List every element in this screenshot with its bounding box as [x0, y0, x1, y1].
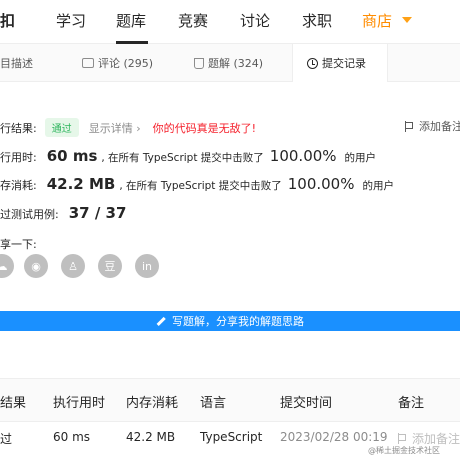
share-label: 享一下:: [0, 238, 37, 251]
flag-icon: [398, 433, 407, 444]
store-dropdown-caret-icon[interactable]: [402, 17, 412, 23]
row-memory: 42.2 MB: [126, 430, 176, 444]
header-memory: 内存消耗: [126, 396, 179, 411]
nav-item-jobs[interactable]: 求职: [302, 10, 332, 31]
memory-label: 存消耗:: [0, 179, 37, 192]
clock-icon: [307, 57, 318, 69]
comment-icon: [82, 58, 94, 68]
flask-icon: [194, 57, 204, 69]
tab-comments[interactable]: 评论 (295): [82, 44, 182, 82]
status-row: 行结果: 通过 显示详情 › 你的代码真是无敌了!: [0, 118, 256, 137]
tab-solutions-label: 题解 (324): [208, 57, 264, 70]
header-result: 结果: [0, 396, 27, 411]
write-solution-label: 写题解，分享我的解题思路: [172, 315, 304, 328]
top-navigation: 扣 学习 题库 竞赛 讨论 求职 商店: [0, 0, 460, 44]
nav-item-study[interactable]: 学习: [56, 10, 86, 31]
nav-item-store[interactable]: 商店: [362, 10, 392, 31]
header-runtime: 执行用时: [53, 396, 106, 411]
header-language: 语言: [200, 396, 227, 411]
write-solution-button[interactable]: 写题解，分享我的解题思路: [0, 311, 460, 331]
submissions-table-header: 结果 执行用时 内存消耗 语言 提交时间 备注: [0, 378, 460, 422]
tests-value: 37 / 37: [68, 204, 127, 222]
nav-item-problemset[interactable]: 题库: [116, 10, 146, 31]
memory-tail: 的用户: [362, 180, 394, 192]
memory-row: 存消耗: 42.2 MB , 在所有 TypeScript 提交中击败了 100…: [0, 175, 394, 193]
tests-label: 过测试用例:: [0, 208, 59, 221]
cloud-icon[interactable]: ☁: [0, 254, 14, 278]
tab-description-label: 目描述: [0, 57, 33, 70]
memory-value: 42.2 MB: [46, 175, 116, 193]
flag-icon: [405, 120, 414, 132]
weibo-icon[interactable]: ◉: [24, 254, 48, 278]
linkedin-icon[interactable]: in: [135, 254, 159, 278]
share-row: 享一下:: [0, 236, 37, 252]
pencil-icon: [156, 316, 166, 326]
tab-comments-label: 评论 (295): [98, 57, 154, 70]
runtime-percentile: 100.00%: [269, 147, 337, 165]
row-runtime: 60 ms: [53, 430, 91, 444]
tab-description[interactable]: 目描述: [0, 44, 70, 82]
problem-tabs: 目描述 评论 (295) 题解 (324) 提交记录: [0, 44, 460, 82]
memory-description: , 在所有 TypeScript 提交中击败了: [119, 180, 282, 192]
runtime-label: 行用时:: [0, 151, 37, 164]
row-submit-time: 2023/02/28 00:19: [280, 430, 388, 444]
runtime-tail: 的用户: [344, 152, 377, 164]
douban-icon[interactable]: 豆: [98, 254, 122, 278]
show-details-link[interactable]: 显示详情 ›: [89, 120, 141, 136]
praise-message: 你的代码真是无敌了!: [152, 122, 257, 135]
add-note-button[interactable]: 添加备注: [405, 118, 460, 134]
header-note: 备注: [398, 396, 425, 411]
tab-solutions[interactable]: 题解 (324): [194, 44, 294, 82]
add-note-label: 添加备注: [419, 120, 460, 133]
status-label: 行结果:: [0, 122, 37, 135]
qq-icon[interactable]: ♙: [61, 254, 85, 278]
row-result[interactable]: 过: [0, 430, 12, 447]
memory-percentile: 100.00%: [287, 175, 355, 193]
status-badge: 通过: [44, 118, 79, 137]
runtime-description: , 在所有 TypeScript 提交中击败了: [101, 152, 264, 164]
watermark: @稀土掘金技术社区: [368, 446, 440, 455]
site-logo[interactable]: 扣: [0, 10, 15, 31]
tab-submissions-label: 提交记录: [322, 57, 366, 70]
tests-row: 过测试用例: 37 / 37: [0, 204, 126, 222]
nav-item-contest[interactable]: 竞赛: [178, 10, 208, 31]
nav-item-discuss[interactable]: 讨论: [240, 10, 270, 31]
header-submit-time: 提交时间: [280, 396, 333, 411]
row-language: TypeScript: [200, 430, 263, 444]
runtime-value: 60 ms: [46, 147, 98, 165]
tab-submissions[interactable]: 提交记录: [292, 44, 388, 82]
runtime-row: 行用时: 60 ms , 在所有 TypeScript 提交中击败了 100.0…: [0, 147, 376, 165]
